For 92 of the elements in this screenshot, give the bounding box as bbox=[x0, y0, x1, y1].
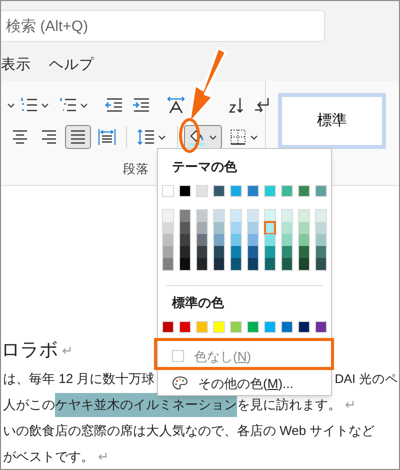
color-swatch[interactable] bbox=[298, 222, 310, 234]
line-spacing-icon bbox=[137, 128, 155, 146]
color-swatch[interactable] bbox=[230, 246, 242, 258]
color-swatch[interactable] bbox=[298, 234, 310, 246]
highlight-ellipse bbox=[179, 118, 200, 153]
color-swatch[interactable] bbox=[316, 210, 326, 222]
color-swatch[interactable] bbox=[163, 234, 174, 246]
color-swatch[interactable] bbox=[316, 234, 326, 246]
caret-icon[interactable] bbox=[157, 134, 167, 140]
section-title: 標準の色 bbox=[170, 294, 225, 312]
caret-icon[interactable] bbox=[79, 102, 89, 108]
distributed-icon bbox=[98, 128, 116, 146]
color-swatch[interactable] bbox=[196, 246, 208, 258]
color-swatch[interactable] bbox=[264, 222, 276, 234]
color-swatch[interactable] bbox=[298, 246, 310, 258]
color-swatch[interactable] bbox=[298, 258, 310, 270]
color-swatch[interactable] bbox=[264, 258, 276, 270]
color-swatch[interactable] bbox=[214, 258, 224, 270]
paint-bucket-icon bbox=[188, 128, 206, 146]
section-title: テーマの色 bbox=[171, 158, 238, 176]
color-swatch[interactable] bbox=[180, 258, 190, 270]
color-swatch[interactable] bbox=[316, 258, 326, 270]
menu-item[interactable]: その他の色(M)... bbox=[198, 374, 294, 394]
body-text: DAI 光のペ bbox=[334, 370, 399, 388]
decrease-indent-icon bbox=[105, 96, 123, 114]
color-swatch[interactable] bbox=[282, 246, 292, 258]
justify-icon bbox=[69, 128, 87, 146]
align-right-icon bbox=[40, 128, 58, 146]
color-swatch[interactable] bbox=[163, 210, 174, 222]
color-swatch[interactable] bbox=[282, 210, 292, 222]
sort-icon bbox=[227, 96, 245, 114]
color-swatch[interactable] bbox=[248, 258, 258, 270]
color-swatch[interactable] bbox=[180, 210, 190, 222]
color-swatch[interactable] bbox=[248, 210, 258, 222]
menu-tab[interactable]: 表示 bbox=[1, 55, 31, 77]
color-swatch[interactable] bbox=[248, 222, 258, 234]
color-swatch[interactable] bbox=[180, 222, 190, 234]
paragraph-mark: ↵ bbox=[345, 396, 356, 414]
color-swatch[interactable] bbox=[298, 210, 310, 222]
body-text: いの飲食店の窓際の席は大人気なので、各店の Web サイトなど bbox=[3, 422, 375, 440]
justify-button[interactable] bbox=[65, 125, 91, 149]
body-text: 人がこの bbox=[3, 396, 55, 414]
color-swatch[interactable] bbox=[264, 246, 276, 258]
body-text: は、毎年 12 月に数十万球 bbox=[3, 370, 155, 388]
color-swatch[interactable] bbox=[316, 246, 326, 258]
group-label: 段落 bbox=[123, 161, 149, 178]
caret-icon[interactable] bbox=[7, 102, 15, 108]
search-field[interactable]: 検索 (Alt+Q) bbox=[1, 10, 325, 42]
color-swatch[interactable] bbox=[196, 210, 208, 222]
color-swatch[interactable] bbox=[282, 234, 292, 246]
paragraph-mark: ↵ bbox=[98, 448, 109, 466]
color-swatch[interactable] bbox=[264, 210, 276, 222]
color-swatch[interactable] bbox=[248, 234, 258, 246]
color-swatch[interactable] bbox=[282, 258, 292, 270]
color-swatch[interactable] bbox=[316, 222, 326, 234]
color-swatch[interactable] bbox=[282, 222, 292, 234]
color-swatch[interactable] bbox=[230, 210, 242, 222]
numbered-list-icon bbox=[20, 96, 38, 114]
color-swatch[interactable] bbox=[214, 210, 224, 222]
color-swatch[interactable] bbox=[214, 246, 224, 258]
align-center-icon bbox=[11, 128, 29, 146]
color-swatch[interactable] bbox=[230, 222, 242, 234]
color-swatch[interactable] bbox=[230, 234, 242, 246]
style-tile[interactable]: 標準 bbox=[278, 93, 386, 149]
color-swatch[interactable] bbox=[214, 234, 224, 246]
caret-icon[interactable] bbox=[208, 134, 218, 140]
color-swatch[interactable] bbox=[196, 222, 208, 234]
color-swatch[interactable] bbox=[163, 246, 174, 258]
color-swatch[interactable] bbox=[264, 234, 276, 246]
menu-tab[interactable]: ヘルプ bbox=[49, 55, 94, 77]
caret-icon[interactable] bbox=[249, 134, 259, 140]
color-swatch[interactable] bbox=[196, 258, 208, 270]
palette-icon bbox=[172, 376, 188, 390]
paragraph-mark: ↵ bbox=[62, 342, 73, 360]
character-layout-icon bbox=[166, 96, 186, 114]
heading-text: ロラボ bbox=[1, 338, 58, 363]
color-swatch[interactable] bbox=[163, 258, 174, 270]
increase-indent-icon bbox=[132, 96, 150, 114]
highlighted-text: ケヤキ並木のイルミネーション bbox=[55, 393, 237, 417]
borders-icon bbox=[229, 128, 247, 146]
empty-swatch-icon bbox=[172, 350, 184, 362]
color-swatch[interactable] bbox=[163, 222, 174, 234]
color-swatch[interactable] bbox=[230, 258, 242, 270]
color-swatch[interactable] bbox=[180, 246, 190, 258]
body-text: を見に訪れます。 bbox=[237, 396, 341, 414]
caret-icon[interactable] bbox=[40, 102, 50, 108]
color-swatch[interactable] bbox=[180, 234, 190, 246]
color-swatch[interactable] bbox=[214, 222, 224, 234]
multilevel-list-icon bbox=[59, 96, 77, 114]
color-swatch[interactable] bbox=[196, 234, 208, 246]
color-swatch[interactable] bbox=[248, 246, 258, 258]
body-text: がベストです。 bbox=[3, 448, 94, 466]
